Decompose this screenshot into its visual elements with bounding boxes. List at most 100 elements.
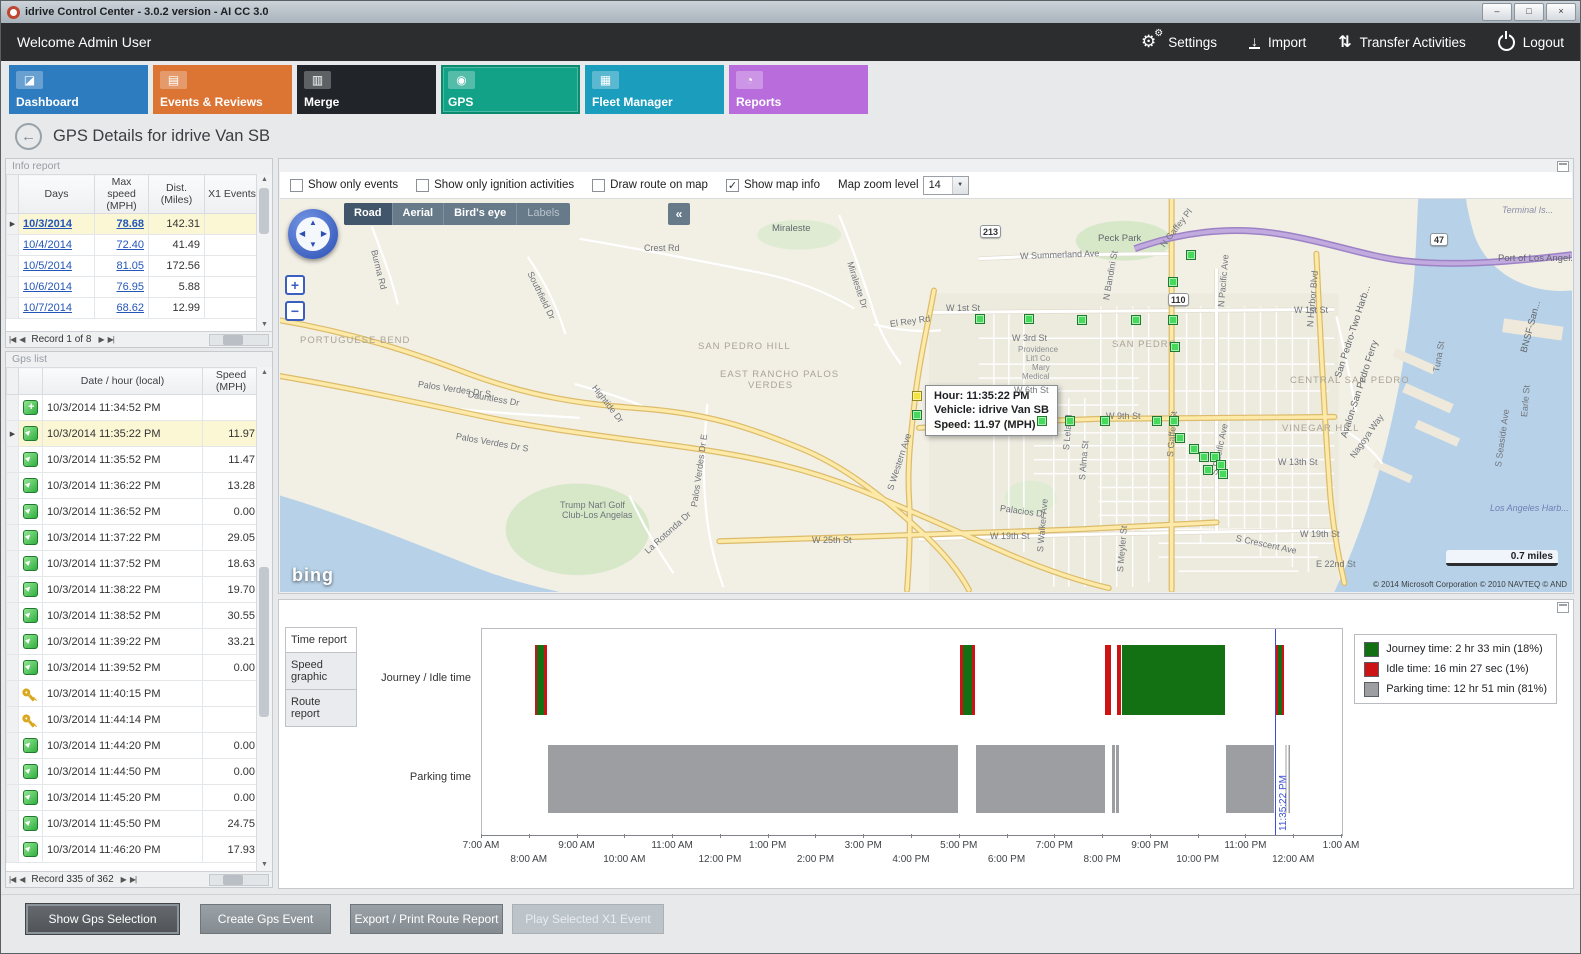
checkbox-box-icon[interactable]	[416, 179, 429, 192]
last-record-button[interactable]: ▶|	[108, 335, 114, 344]
max-speed-link[interactable]: 78.68	[95, 214, 149, 235]
minimize-button[interactable]: –	[1482, 3, 1512, 21]
gps-list-row[interactable]: ▶10/3/2014 11:35:22 PM11.97	[7, 421, 260, 447]
create-gps-event-button[interactable]: Create Gps Event	[200, 904, 331, 934]
tab-speed-graphic[interactable]: Speed graphic	[285, 652, 357, 690]
scroll-thumb[interactable]	[223, 875, 243, 885]
panel-collapse-button[interactable]	[1557, 602, 1569, 613]
map-zoom-select[interactable]: 14 ▼	[923, 176, 969, 195]
map[interactable]: RoadAerialBird's eyeLabels « + − Hour: 1…	[280, 199, 1572, 592]
column-header-date-hour[interactable]: Date / hour (local)	[43, 368, 203, 395]
gps-list-row[interactable]: 10/3/2014 11:39:52 PM0.00	[7, 655, 260, 681]
column-header-speed[interactable]: Speed (MPH)	[203, 368, 260, 395]
gps-marker[interactable]	[1065, 416, 1075, 426]
checkbox-draw-route-on-map[interactable]: Draw route on map	[592, 179, 708, 192]
gps-marker[interactable]	[912, 410, 922, 420]
day-link[interactable]: 10/6/2014	[19, 277, 95, 298]
gps-list-row[interactable]: 10/3/2014 11:38:52 PM30.55	[7, 603, 260, 629]
scroll-up-icon[interactable]: ▲	[257, 367, 272, 379]
column-header-days[interactable]: Days	[19, 175, 95, 214]
info-report-row[interactable]: ▶10/3/201478.68142.31	[7, 214, 260, 235]
show-gps-selection-button[interactable]: Show Gps Selection	[26, 904, 179, 934]
map-style-bar-collapse[interactable]: «	[668, 203, 690, 225]
column-header-max-speed[interactable]: Max speed (MPH)	[95, 175, 149, 214]
first-record-button[interactable]: |◀	[9, 875, 15, 884]
column-header-dist[interactable]: Dist. (Miles)	[149, 175, 205, 214]
gps-marker[interactable]	[1168, 277, 1178, 287]
time-chart-plot[interactable]: 11:35:22 PM	[481, 628, 1343, 836]
info-report-row[interactable]: 10/6/201476.955.88	[7, 277, 260, 298]
map-compass[interactable]	[288, 209, 338, 259]
transfer-activities-action[interactable]: ⇅Transfer Activities	[1338, 32, 1465, 52]
max-speed-link[interactable]: 76.95	[95, 277, 149, 298]
gps-list-row[interactable]: 10/3/2014 11:36:52 PM0.00	[7, 499, 260, 525]
pan-east-icon[interactable]	[321, 230, 327, 238]
maximize-button[interactable]: □	[1514, 3, 1544, 21]
gps-list-row[interactable]: 10/3/2014 11:37:52 PM18.63	[7, 551, 260, 577]
column-header-x1-events[interactable]: X1 Events	[205, 175, 260, 214]
day-link[interactable]: 10/7/2014	[19, 298, 95, 319]
map-style-aerial[interactable]: Aerial	[392, 203, 444, 225]
checkbox-show-only-ignition-activities[interactable]: Show only ignition activities	[416, 179, 574, 192]
scroll-up-icon[interactable]: ▲	[257, 174, 272, 186]
pan-north-icon[interactable]	[309, 219, 317, 227]
scroll-down-icon[interactable]: ▼	[257, 859, 272, 871]
gps-list-row[interactable]: 10/3/2014 11:44:14 PM	[7, 707, 260, 733]
map-zoom-out-button[interactable]: −	[285, 301, 305, 321]
gps-marker[interactable]	[1199, 452, 1209, 462]
gps-list-row[interactable]: 10/3/2014 11:38:22 PM19.70	[7, 577, 260, 603]
selected-gps-marker[interactable]	[912, 391, 922, 401]
gps-marker[interactable]	[1186, 250, 1196, 260]
export-print-route-report-button[interactable]: Export / Print Route Report	[350, 904, 503, 934]
gps-marker[interactable]	[1168, 315, 1178, 325]
prev-record-button[interactable]: ◀	[19, 875, 24, 884]
map-style-bird-s-eye[interactable]: Bird's eye	[443, 203, 516, 225]
gps-marker[interactable]	[1169, 416, 1179, 426]
next-record-button[interactable]: ▶	[121, 875, 126, 884]
settings-action[interactable]: ⚙Settings	[1141, 32, 1217, 52]
horizontal-scrollbar[interactable]	[209, 874, 269, 886]
gps-list-row[interactable]: 10/3/2014 11:36:22 PM13.28	[7, 473, 260, 499]
prev-record-button[interactable]: ◀	[19, 335, 24, 344]
gps-marker[interactable]	[975, 314, 985, 324]
gps-marker[interactable]	[1100, 416, 1110, 426]
scroll-thumb[interactable]	[259, 188, 269, 234]
max-speed-link[interactable]: 81.05	[95, 256, 149, 277]
gps-vertical-scrollbar[interactable]: ▲ ▼	[256, 367, 272, 871]
gps-marker[interactable]	[1218, 469, 1228, 479]
max-speed-link[interactable]: 68.62	[95, 298, 149, 319]
tab-route-report[interactable]: Route report	[285, 689, 357, 727]
gps-list-row[interactable]: 10/3/2014 11:37:22 PM29.05	[7, 525, 260, 551]
map-zoom-in-button[interactable]: +	[285, 275, 305, 295]
checkbox-box-icon[interactable]	[592, 179, 605, 192]
gps-list-row[interactable]: 10/3/2014 11:44:50 PM0.00	[7, 759, 260, 785]
checkbox-show-map-info[interactable]: ✓Show map info	[726, 179, 820, 192]
max-speed-link[interactable]: 72.40	[95, 235, 149, 256]
last-record-button[interactable]: ▶|	[130, 875, 136, 884]
gps-marker[interactable]	[1077, 315, 1087, 325]
gps-list-row[interactable]: 10/3/2014 11:40:15 PM	[7, 681, 260, 707]
day-link[interactable]: 10/5/2014	[19, 256, 95, 277]
map-style-road[interactable]: Road	[344, 203, 392, 225]
logout-action[interactable]: Logout	[1498, 34, 1564, 51]
time-cursor[interactable]	[1275, 629, 1276, 835]
gps-list-row[interactable]: 10/3/2014 11:35:52 PM11.47	[7, 447, 260, 473]
close-button[interactable]: ×	[1546, 3, 1576, 21]
scroll-down-icon[interactable]: ▼	[257, 319, 272, 331]
first-record-button[interactable]: |◀	[9, 335, 15, 344]
gps-list-row[interactable]: 10/3/2014 11:34:52 PM	[7, 395, 260, 421]
scroll-thumb[interactable]	[259, 567, 269, 717]
tab-gps[interactable]: ◉GPS	[441, 65, 580, 114]
checkbox-box-icon[interactable]	[290, 179, 303, 192]
info-vertical-scrollbar[interactable]: ▲ ▼	[256, 174, 272, 331]
scroll-thumb[interactable]	[223, 335, 243, 345]
pan-west-icon[interactable]	[299, 230, 305, 238]
next-record-button[interactable]: ▶	[98, 335, 103, 344]
info-report-row[interactable]: 10/4/201472.4041.49	[7, 235, 260, 256]
back-button[interactable]: ←	[15, 123, 42, 150]
gps-marker[interactable]	[1189, 444, 1199, 454]
gps-list-row[interactable]: 10/3/2014 11:45:20 PM0.00	[7, 785, 260, 811]
horizontal-scrollbar[interactable]	[209, 334, 269, 346]
info-report-row[interactable]: 10/5/201481.05172.56	[7, 256, 260, 277]
gps-list-row[interactable]: 10/3/2014 11:45:50 PM24.75	[7, 811, 260, 837]
